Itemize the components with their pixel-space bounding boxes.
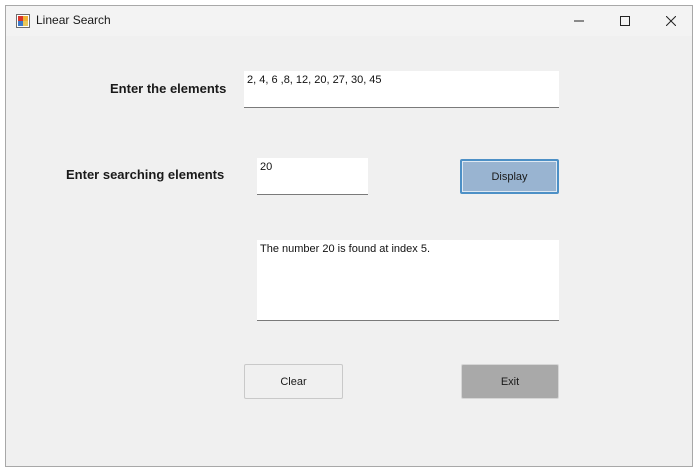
result-output[interactable]: The number 20 is found at index 5. — [257, 240, 559, 321]
maximize-button[interactable] — [602, 6, 648, 36]
app-form-icon — [16, 14, 30, 28]
clear-button[interactable]: Clear — [244, 364, 343, 399]
search-input[interactable]: 20 — [257, 158, 368, 195]
elements-label: Enter the elements — [110, 81, 227, 96]
linear-search-window: Linear Search Enter the elements 2, 4, 6… — [5, 5, 693, 467]
exit-button[interactable]: Exit — [461, 364, 559, 399]
elements-input[interactable]: 2, 4, 6 ,8, 12, 20, 27, 30, 45 — [244, 71, 559, 108]
close-button[interactable] — [648, 6, 694, 36]
minimize-icon — [574, 20, 584, 22]
window-title: Linear Search — [36, 13, 111, 27]
display-button[interactable]: Display — [460, 159, 559, 194]
title-bar[interactable]: Linear Search — [6, 6, 692, 36]
search-label: Enter searching elements — [66, 167, 225, 182]
close-icon — [666, 16, 676, 26]
minimize-button[interactable] — [556, 6, 602, 36]
maximize-icon — [620, 16, 630, 26]
